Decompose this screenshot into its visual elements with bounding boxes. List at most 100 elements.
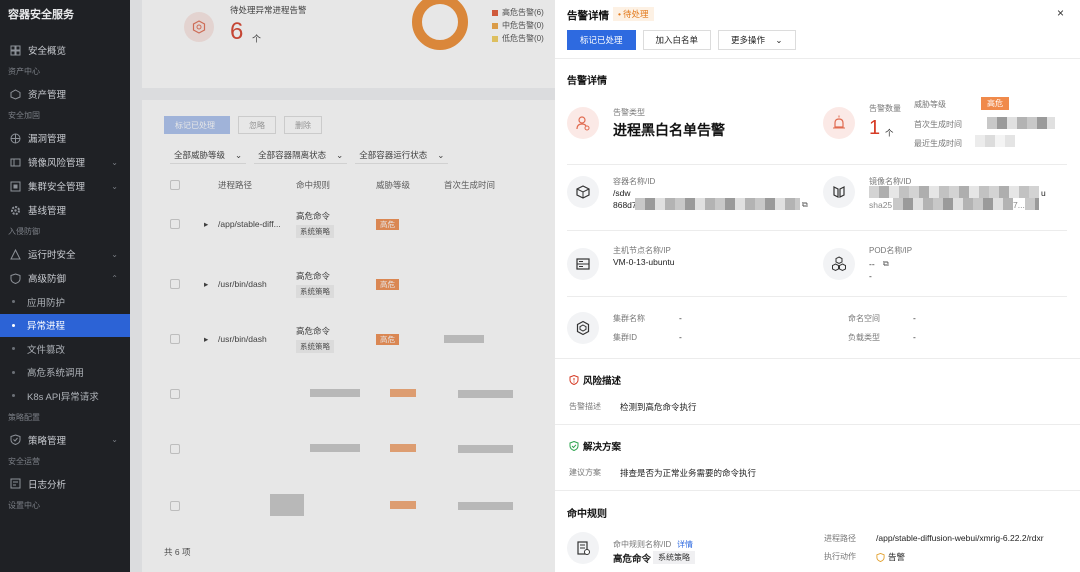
cluster-id-label: 集群ID [613,333,637,342]
image-id: sha25 [869,200,893,210]
divider [567,164,1067,165]
chevron-down-icon: ⌄ [111,157,118,167]
redacted-id [635,198,800,210]
close-icon[interactable]: × [1057,6,1064,20]
image-id-tail: 7... [1013,200,1025,210]
pod-cubes-icon [823,248,855,280]
sidebar-subitem-app[interactable]: 应用防护 [0,290,130,314]
modal-backdrop[interactable] [130,0,555,572]
alert-type-label: 告警类型 [613,108,645,117]
namespace-value: - [913,313,916,323]
warning-triangle-icon [10,248,21,260]
redacted-id [1025,198,1039,210]
threat-level-label: 威胁等级 [914,100,946,109]
first-time-label: 首次生成时间 [914,120,962,129]
sidebar-item-label: 资产管理 [28,90,67,101]
user-alert-icon [567,107,599,139]
sidebar-item-label: 安全概览 [28,46,67,57]
target-icon [10,133,21,144]
cluster-icon [10,181,21,192]
sidebar-item-image-risk[interactable]: 镜像风险管理 ⌄ [0,150,130,174]
sidebar-item-logs[interactable]: 日志分析 [0,472,130,496]
chevron-down-icon: ⌄ [111,249,118,259]
threat-level-tag: 高危 [981,97,1009,110]
divider [555,58,1080,59]
rule-detail-link[interactable]: 详情 [677,539,693,550]
alert-type-value: 进程黑白名单告警 [613,122,725,138]
sidebar-item-label: 策略管理 [28,435,67,447]
sidebar-item-label: 镜像风险管理 [28,158,86,169]
redacted-time [975,135,1015,147]
sidebar-subitem-process[interactable]: 异常进程 [0,313,130,337]
sidebar-group-harden: 安全加固 [8,111,40,120]
sidebar-subitem-file[interactable]: 文件篡改 [0,337,130,361]
image-layers-icon [823,176,855,208]
more-actions-button[interactable]: 更多操作 ⌄ [718,30,796,50]
redacted-time [987,117,1055,129]
cube-icon [10,88,21,100]
bullet-icon [12,300,15,304]
image-name-tail: u [1041,188,1046,198]
divider [555,358,1080,359]
sidebar-item-vuln[interactable]: 漏洞管理 [0,126,130,150]
workload-value: - [913,332,916,342]
bullet-icon [12,394,15,398]
pod-label: POD名称/IP [869,246,913,255]
action-value: 告警 [876,551,905,563]
last-time-label: 最近生成时间 [914,139,962,148]
divider [567,296,1067,297]
sidebar-item-label: 集群安全管理 [28,182,86,193]
alert-detail-drawer: 告警详情 待处理 × 标记已处理 加入白名单 更多操作 ⌄ 告警详情 告警类型 … [555,0,1080,572]
mark-handled-button[interactable]: 标记已处理 [567,30,636,50]
chevron-down-icon: ⌄ [111,181,118,191]
sidebar-item-overview[interactable]: 安全概览 [0,38,130,62]
section-label: 风险描述 [583,376,622,387]
risk-desc-value: 检测到高危命令执行 [620,402,697,412]
button-label: 更多操作 [731,35,766,45]
sidebar-item-cluster[interactable]: 集群安全管理 ⌄ [0,174,130,198]
sidebar-item-label: 异常进程 [27,321,66,333]
sidebar-item-advanced[interactable]: 高级防御 ⌃ [0,266,130,290]
cluster-name-value: - [679,313,682,323]
chevron-down-icon: ⌄ [111,435,118,444]
cluster-id-value: - [679,332,682,342]
action-label: 执行动作 [824,552,856,561]
log-icon [10,478,21,489]
section-label: 解决方案 [583,442,622,453]
gear-icon [10,205,21,216]
copy-icon[interactable]: ⧉ [802,200,808,210]
sidebar-item-runtime[interactable]: 运行时安全 ⌄ [0,242,130,266]
container-id: 868d7 [613,200,637,210]
workload-label: 负载类型 [848,333,880,342]
solution-label: 建议方案 [569,468,601,477]
alert-count-label: 告警数量 [869,104,901,113]
risk-desc-label: 告警描述 [569,402,601,411]
sidebar-item-baseline[interactable]: 基线管理 [0,198,130,222]
copy-icon[interactable]: ⧉ [883,259,889,269]
shield-warning-icon [569,375,579,385]
sidebar-subitem-k8s[interactable]: K8s API异常请求 [0,384,130,408]
divider [555,424,1080,425]
status-badge: 待处理 [613,7,654,21]
sidebar-item-label: 高级防御 [28,274,67,285]
sidebar-group-asset: 资产中心 [8,67,40,76]
sidebar-group-settings: 设置中心 [8,500,40,510]
action-text: 告警 [888,552,906,562]
process-path-value: /app/stable-diffusion-webui/xmrig-6.22.2… [876,533,1044,543]
container-name: /sdw [613,188,631,198]
sidebar-item-asset[interactable]: 资产管理 [0,82,130,106]
sidebar-item-label: 高危系统调用 [27,368,85,380]
sidebar-group-intrusion: 入侵防御 [8,227,40,236]
sidebar-subitem-syscall[interactable]: 高危系统调用 [0,361,130,385]
sidebar-item-policy[interactable]: 策略管理 ⌄ [0,428,130,452]
redacted-name [869,186,1039,198]
solution-section-title: 解决方案 [569,439,621,453]
sidebar-item-label: 基线管理 [28,206,67,217]
section-title-rule: 命中规则 [567,509,607,520]
alarm-icon [823,107,855,139]
host-label: 主机节点名称/IP [613,246,671,255]
add-whitelist-button[interactable]: 加入白名单 [642,30,712,50]
bullet-icon [12,370,15,374]
drawer-actions: 标记已处理 加入白名单 更多操作 ⌄ [567,30,796,50]
divider [567,230,1067,231]
